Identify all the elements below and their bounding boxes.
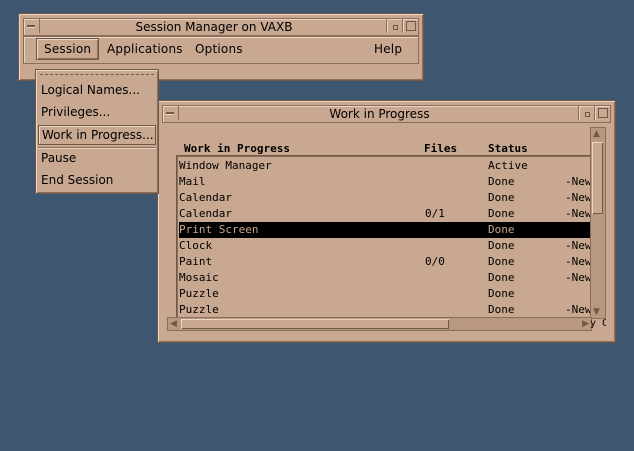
row-name: Window Manager (179, 159, 272, 172)
list-item[interactable]: Clock Done -New (179, 238, 592, 254)
row-extra: -New (565, 175, 592, 188)
row-name: Calendar (179, 191, 232, 204)
vertical-scroll-thumb[interactable] (592, 142, 603, 214)
list-item[interactable]: Mail Done -New (179, 174, 592, 190)
list-item[interactable]: Window Manager Active (179, 158, 591, 174)
row-status: Done (488, 207, 515, 220)
row-name: Print Screen (179, 223, 259, 236)
session-dropdown-menu: Logical Names... Privileges... Work in P… (35, 69, 159, 194)
maximize-button[interactable] (402, 19, 418, 33)
menu-item-work-in-progress[interactable]: Work in Progress... (38, 125, 156, 145)
list-item[interactable]: Puzzle Done (179, 286, 591, 302)
list-item[interactable]: Mosaic Done -New (179, 270, 592, 286)
row-name: Calendar (179, 207, 232, 220)
minimize-icon (393, 25, 398, 30)
session-menubar: Session Applications Options Help (23, 36, 419, 64)
clipped-text-tail: y C (590, 318, 606, 329)
vertical-scrollbar[interactable]: ▲ ▼ (590, 127, 606, 319)
minimize-button[interactable] (386, 19, 402, 33)
wip-window-menu-button[interactable] (163, 106, 179, 120)
menu-item-privileges[interactable]: Privileges... (41, 105, 110, 119)
row-name: Puzzle (179, 287, 219, 300)
row-status: Done (488, 175, 515, 188)
wip-title-bar[interactable]: Work in Progress (162, 105, 611, 123)
row-name: Mail (179, 175, 206, 188)
work-list[interactable]: Window Manager Active Mail Done -New Cal… (176, 155, 592, 319)
row-status: Done (488, 191, 515, 204)
row-files: 0/0 (425, 255, 445, 268)
row-status: Active (488, 159, 528, 172)
menu-separator (38, 147, 156, 149)
list-item[interactable]: Calendar 0/1 Done -New (179, 206, 592, 222)
horizontal-scroll-thumb[interactable] (181, 319, 449, 329)
menu-item-logical-names[interactable]: Logical Names... (41, 83, 140, 97)
row-extra: -New (565, 255, 592, 268)
wip-maximize-button[interactable] (594, 106, 610, 120)
row-name: Paint (179, 255, 213, 268)
row-extra: -New (565, 303, 592, 316)
list-item-selected[interactable]: Print Screen Done (179, 222, 591, 238)
scroll-down-arrow-icon[interactable]: ▼ (593, 307, 600, 317)
row-files: 0/1 (425, 207, 445, 220)
row-name: Clock (179, 239, 213, 252)
row-extra: -New (565, 239, 592, 252)
menu-item-end-session[interactable]: End Session (41, 173, 113, 187)
row-extra: -New (565, 191, 592, 204)
list-item[interactable]: Calendar Done -New (179, 190, 592, 206)
menu-applications[interactable]: Applications (107, 42, 183, 56)
row-name: Puzzle (179, 303, 219, 316)
window-menu-button[interactable] (24, 19, 40, 33)
menu-help[interactable]: Help (374, 42, 402, 56)
menu-session[interactable]: Session (36, 38, 100, 60)
window-menu-icon (166, 112, 174, 114)
row-status: Done (488, 303, 515, 316)
scroll-left-arrow-icon[interactable]: ◀ (170, 319, 177, 329)
horizontal-scrollbar[interactable]: ◀ ▶ (167, 317, 592, 331)
scroll-up-arrow-icon[interactable]: ▲ (593, 129, 600, 139)
minimize-icon (585, 112, 590, 117)
row-status: Done (488, 239, 515, 252)
col-header-work: Work in Progress (184, 142, 290, 155)
list-item[interactable]: Puzzle Done -New (179, 302, 592, 318)
wip-minimize-button[interactable] (578, 106, 594, 120)
list-item[interactable]: Paint 0/0 Done -New (179, 254, 592, 270)
scroll-right-arrow-icon[interactable]: ▶ (582, 319, 589, 329)
maximize-icon (598, 108, 608, 118)
row-extra: -New (565, 207, 592, 220)
window-menu-icon (27, 25, 35, 27)
session-window-title: Session Manager on VAXB (135, 20, 293, 34)
row-status: Done (488, 255, 515, 268)
row-status: Done (488, 287, 515, 300)
row-extra: -New (565, 271, 592, 284)
col-header-files: Files (424, 142, 458, 155)
menu-options[interactable]: Options (195, 42, 243, 56)
tear-off-line[interactable] (40, 74, 154, 75)
wip-window-title: Work in Progress (329, 107, 430, 121)
row-status: Done (488, 271, 515, 284)
session-title-bar[interactable]: Session Manager on VAXB (23, 18, 419, 36)
maximize-icon (406, 21, 416, 31)
row-name: Mosaic (179, 271, 219, 284)
row-status: Done (488, 223, 515, 236)
col-header-status: Status (488, 142, 528, 155)
menu-item-pause[interactable]: Pause (41, 151, 76, 165)
